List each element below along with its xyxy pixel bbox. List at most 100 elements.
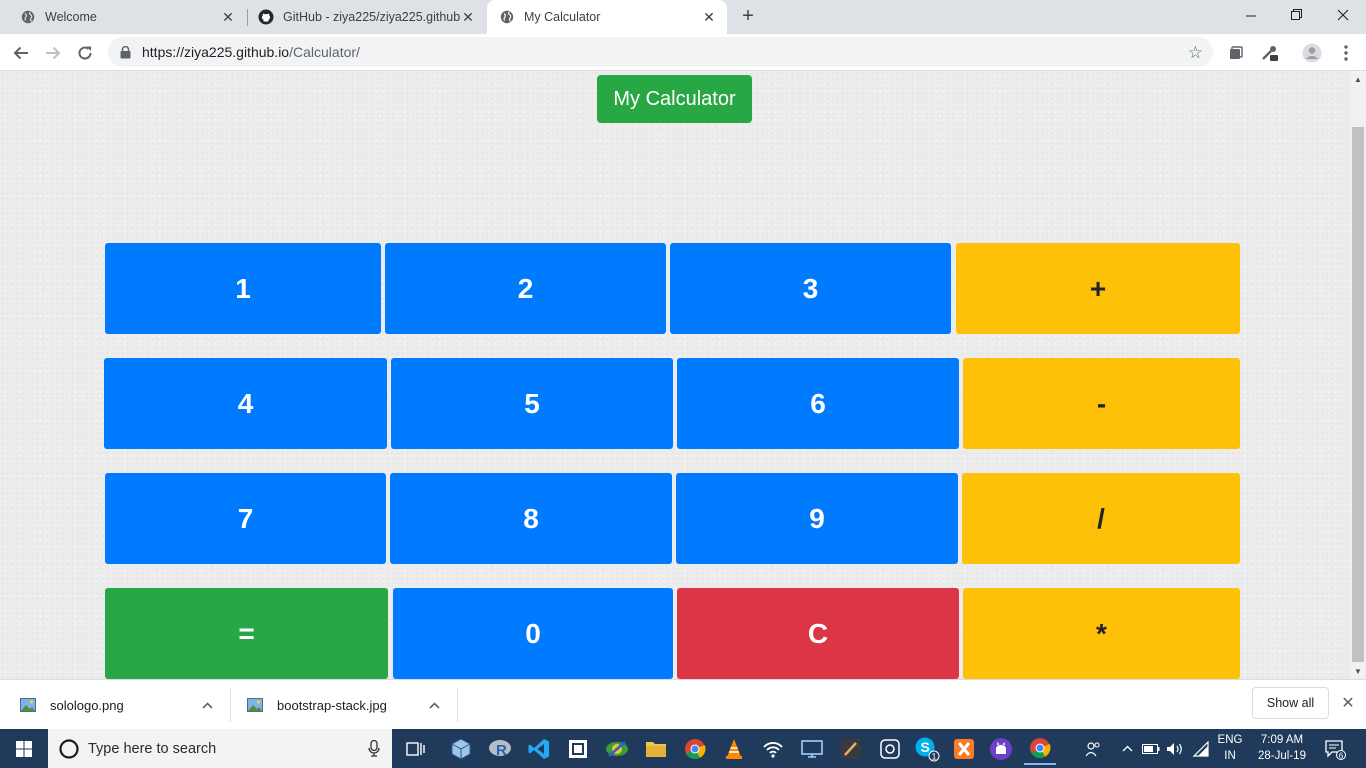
url-host: https://ziya225.github.io	[142, 44, 290, 60]
taskbar-clock[interactable]: 7:09 AM 28-Jul-19	[1252, 732, 1312, 764]
scroll-down-arrow-icon[interactable]: ▼	[1350, 663, 1366, 679]
key-7[interactable]: 7	[105, 473, 386, 564]
menu-kebab-icon[interactable]	[1333, 40, 1359, 66]
vlc-icon[interactable]	[718, 733, 750, 765]
download-item-bootstrap-stack[interactable]: bootstrap-stack.jpg	[247, 680, 387, 730]
camera-app-icon[interactable]	[874, 733, 906, 765]
extension-icon[interactable]	[1222, 40, 1248, 66]
reload-button[interactable]	[72, 40, 98, 66]
svg-text:R: R	[496, 742, 507, 759]
skype-badge: 1	[932, 752, 937, 762]
url-path: /Calculator/	[289, 44, 360, 60]
microphone-icon[interactable]	[368, 740, 380, 757]
close-icon[interactable]: ✕	[460, 9, 476, 25]
chrome-icon[interactable]	[679, 733, 711, 765]
search-placeholder: Type here to search	[88, 740, 217, 757]
download-item-solologo[interactable]: solologo.png	[20, 680, 124, 730]
image-file-icon	[20, 698, 36, 712]
browser-toolbar: https://ziya225.github.io/Calculator/ ☆	[0, 34, 1366, 71]
scroll-up-arrow-icon[interactable]: ▲	[1350, 71, 1366, 87]
github-icon	[258, 9, 274, 25]
media-app-icon[interactable]	[835, 733, 867, 765]
key-6[interactable]: 6	[677, 358, 959, 449]
taskbar-search-box[interactable]: Type here to search	[48, 729, 392, 768]
key-2[interactable]: 2	[385, 243, 666, 334]
input-language[interactable]: ENG IN	[1214, 732, 1246, 764]
chevron-up-icon[interactable]	[198, 696, 216, 714]
chrome-active-icon[interactable]	[1024, 733, 1056, 765]
globe-icon	[499, 9, 515, 25]
battery-icon[interactable]	[1141, 729, 1161, 768]
key-3[interactable]: 3	[670, 243, 951, 334]
github-desktop-icon[interactable]	[985, 733, 1017, 765]
key-plus[interactable]: +	[956, 243, 1240, 334]
forward-button[interactable]	[40, 40, 66, 66]
page-scrollbar[interactable]: ▲ ▼	[1350, 71, 1366, 679]
tab-title: Welcome	[45, 10, 97, 24]
tab-welcome[interactable]: Welcome ✕	[0, 0, 246, 34]
vscode-icon[interactable]	[523, 733, 555, 765]
chevron-up-icon[interactable]	[425, 696, 443, 714]
key-multiply[interactable]: *	[963, 588, 1240, 679]
key-divide[interactable]: /	[962, 473, 1240, 564]
download-divider	[230, 688, 231, 722]
xampp-icon[interactable]	[948, 733, 980, 765]
key-0[interactable]: 0	[393, 588, 673, 679]
language-code: ENG	[1217, 734, 1243, 746]
windows-start-icon[interactable]	[0, 729, 48, 768]
new-tab-button[interactable]: +	[737, 5, 759, 27]
show-all-downloads-button[interactable]: Show all	[1252, 687, 1329, 719]
close-window-button[interactable]	[1320, 0, 1366, 30]
address-bar[interactable]: https://ziya225.github.io/Calculator/ ☆	[108, 37, 1213, 67]
back-button[interactable]	[8, 40, 34, 66]
download-filename: solologo.png	[50, 697, 124, 713]
tab-my-calculator[interactable]: My Calculator ✕	[487, 0, 727, 34]
clock-date: 28-Jul-19	[1258, 750, 1306, 762]
close-icon[interactable]: ✕	[701, 9, 717, 25]
network-map-icon[interactable]	[601, 733, 633, 765]
cortana-circle-icon	[59, 738, 79, 759]
key-equals[interactable]: =	[105, 588, 388, 679]
download-shelf: solologo.png bootstrap-stack.jpg Show al…	[0, 679, 1366, 729]
r-language-icon[interactable]: R	[484, 733, 516, 765]
key-4[interactable]: 4	[104, 358, 387, 449]
snipping-tool-icon[interactable]	[562, 733, 594, 765]
close-icon[interactable]: ✕	[1338, 693, 1358, 713]
key-5[interactable]: 5	[391, 358, 673, 449]
wifi-manager-icon[interactable]	[757, 733, 789, 765]
download-divider	[457, 688, 458, 722]
scrollbar-thumb[interactable]	[1352, 127, 1364, 662]
profile-avatar-icon[interactable]	[1299, 40, 1325, 66]
svg-text:S: S	[921, 739, 930, 755]
people-icon[interactable]	[1082, 729, 1104, 768]
color-picker-extension-icon[interactable]	[1256, 40, 1282, 66]
windows-taskbar: Type here to search R S1 ENG IN 7:09 AM …	[0, 729, 1366, 768]
page-title-button[interactable]: My Calculator	[597, 75, 752, 123]
key-clear[interactable]: C	[677, 588, 959, 679]
minimize-button[interactable]	[1228, 0, 1274, 30]
file-explorer-icon[interactable]	[640, 733, 672, 765]
key-1[interactable]: 1	[105, 243, 381, 334]
bookmark-star-icon[interactable]: ☆	[1188, 43, 1203, 63]
volume-icon[interactable]	[1164, 729, 1186, 768]
download-filename: bootstrap-stack.jpg	[277, 697, 387, 713]
tab-title: My Calculator	[524, 10, 601, 24]
tab-title: GitHub - ziya225/ziya225.github.io	[283, 10, 460, 24]
lock-icon	[120, 45, 132, 58]
key-minus[interactable]: -	[963, 358, 1240, 449]
chevron-up-icon[interactable]	[1118, 729, 1136, 768]
close-icon[interactable]: ✕	[220, 9, 236, 25]
restore-button[interactable]	[1274, 0, 1320, 30]
virtualbox-icon[interactable]	[445, 733, 477, 765]
remote-desktop-icon[interactable]	[796, 733, 828, 765]
region-code: IN	[1224, 750, 1236, 762]
wifi-icon[interactable]	[1190, 729, 1212, 768]
notification-center-icon[interactable]: 6	[1322, 729, 1348, 768]
key-8[interactable]: 8	[390, 473, 672, 564]
key-9[interactable]: 9	[676, 473, 958, 564]
task-view-icon[interactable]	[400, 733, 432, 765]
clock-time: 7:09 AM	[1260, 734, 1304, 746]
globe-icon	[20, 9, 36, 25]
skype-icon[interactable]: S1	[911, 733, 943, 765]
tab-github[interactable]: GitHub - ziya225/ziya225.github.io ✕	[248, 0, 486, 34]
